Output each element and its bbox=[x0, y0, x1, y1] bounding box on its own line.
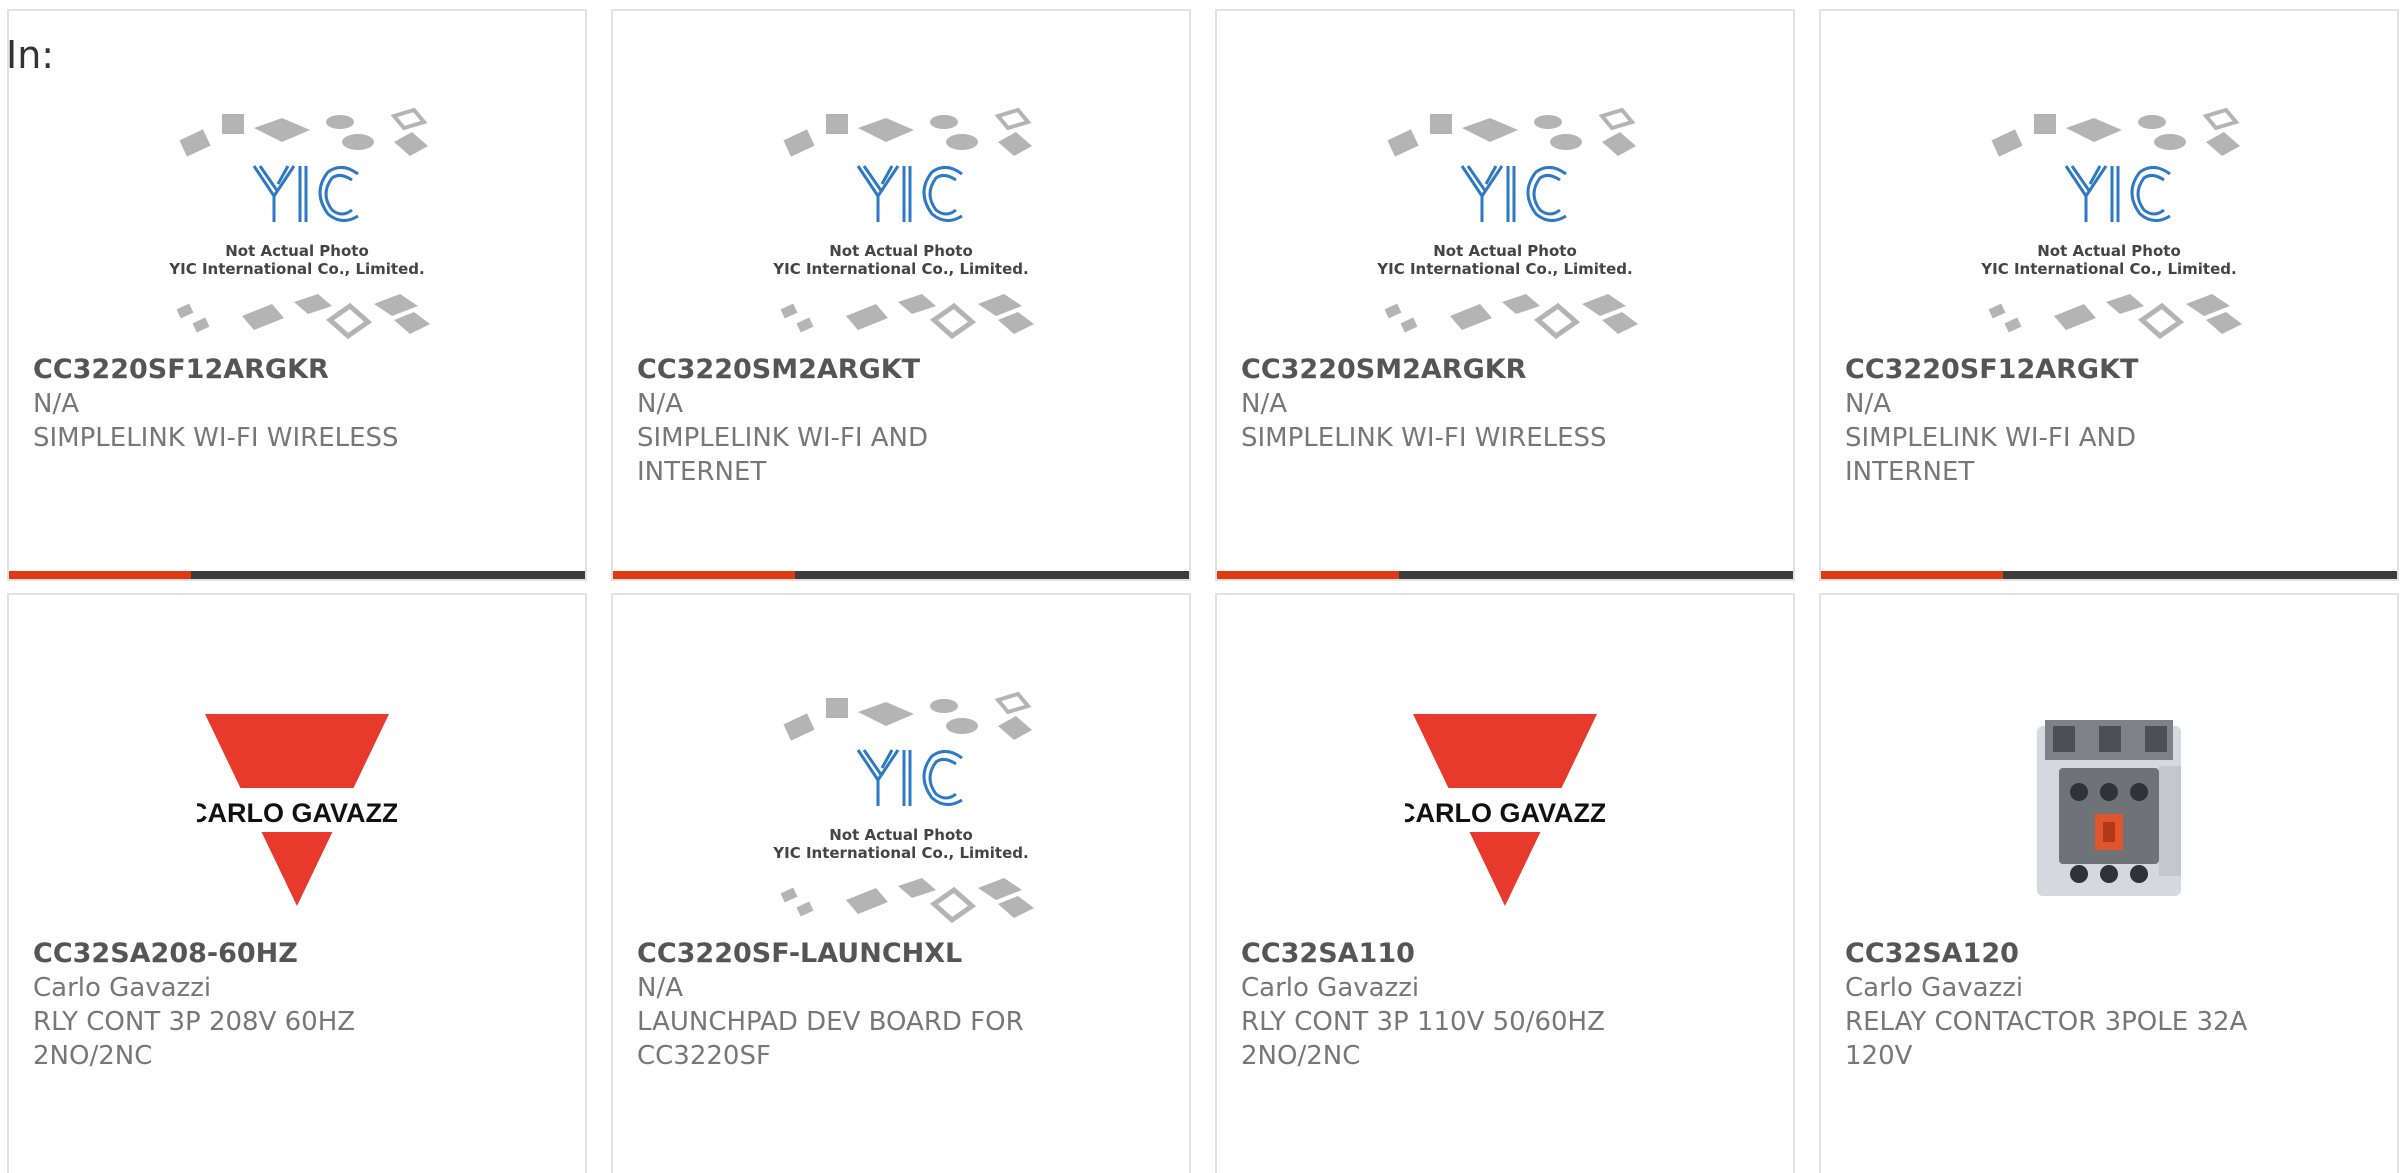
placeholder-photo-icon: Not Actual Photo YIC International Co., … bbox=[772, 107, 1034, 340]
carlo-gavazzi-logo-icon: CARLO GAVAZZI bbox=[197, 714, 397, 906]
svg-text:YIC International Co., Limited: YIC International Co., Limited. bbox=[1980, 260, 2236, 278]
manufacturer: N/A bbox=[637, 973, 683, 1003]
product-image: Not Actual Photo YIC International Co., … bbox=[613, 91, 1189, 361]
product-image bbox=[1821, 675, 2397, 945]
card-accent-bar bbox=[613, 571, 1189, 579]
description: RLY CONT 3P 208V 60HZ 2NO/2NC bbox=[33, 1007, 356, 1071]
part-number[interactable]: CC3220SF-LAUNCHXL bbox=[637, 937, 1169, 971]
part-number[interactable]: CC32SA208-60HZ bbox=[33, 937, 565, 971]
manufacturer: Carlo Gavazzi bbox=[1241, 973, 1420, 1003]
svg-text:YIC International Co., Limited: YIC International Co., Limited. bbox=[772, 260, 1028, 278]
product-card[interactable]: Not Actual Photo YIC International Co., … bbox=[611, 593, 1191, 1173]
filter-label: In: bbox=[6, 33, 55, 77]
svg-text:YIC International Co., Limited: YIC International Co., Limited. bbox=[772, 844, 1028, 862]
svg-text:Not Actual Photo: Not Actual Photo bbox=[829, 826, 973, 844]
manufacturer: N/A bbox=[1845, 389, 1891, 419]
product-grid: Not Actual Photo YIC International Co., … bbox=[7, 9, 2400, 1173]
product-image: Not Actual Photo YIC International Co., … bbox=[613, 675, 1189, 945]
description: LAUNCHPAD DEV BOARD FOR CC3220SF bbox=[637, 1007, 1024, 1071]
svg-text:Not Actual Photo: Not Actual Photo bbox=[1433, 242, 1577, 260]
manufacturer: N/A bbox=[637, 389, 683, 419]
description: RLY CONT 3P 110V 50/60HZ 2NO/2NC bbox=[1241, 1007, 1605, 1071]
svg-text:CARLO GAVAZZI: CARLO GAVAZZI bbox=[197, 798, 397, 828]
contactor-photo-icon bbox=[2037, 720, 2181, 896]
product-card[interactable]: CARLO GAVAZZI CC32SA208-60HZ Carlo Gavaz… bbox=[7, 593, 587, 1173]
product-card[interactable]: CC32SA120 Carlo Gavazzi RELAY CONTACTOR … bbox=[1819, 593, 2399, 1173]
description: RELAY CONTACTOR 3POLE 32A 120V bbox=[1845, 1007, 2248, 1071]
description: SIMPLELINK WI-FI WIRELESS bbox=[33, 423, 399, 453]
svg-text:CARLO GAVAZZI: CARLO GAVAZZI bbox=[1405, 798, 1605, 828]
description: SIMPLELINK WI-FI WIRELESS bbox=[1241, 423, 1607, 453]
product-image: CARLO GAVAZZI bbox=[1217, 675, 1793, 945]
placeholder-photo-icon: Not Actual Photo YIC International Co., … bbox=[1980, 107, 2242, 340]
svg-text:YIC International Co., Limited: YIC International Co., Limited. bbox=[168, 260, 424, 278]
card-accent-bar bbox=[9, 571, 585, 579]
part-number[interactable]: CC3220SF12ARGKR bbox=[33, 353, 565, 387]
part-number[interactable]: CC3220SF12ARGKT bbox=[1845, 353, 2377, 387]
product-card[interactable]: CARLO GAVAZZI CC32SA110 Carlo Gavazzi RL… bbox=[1215, 593, 1795, 1173]
product-card[interactable]: Not Actual Photo YIC International Co., … bbox=[611, 9, 1191, 581]
product-image: Not Actual Photo YIC International Co., … bbox=[1217, 91, 1793, 361]
card-accent-bar bbox=[1217, 571, 1793, 579]
product-image: Not Actual Photo YIC International Co., … bbox=[9, 91, 585, 361]
product-card[interactable]: Not Actual Photo YIC International Co., … bbox=[1819, 9, 2399, 581]
svg-text:Not Actual Photo: Not Actual Photo bbox=[2037, 242, 2181, 260]
part-number[interactable]: CC32SA120 bbox=[1845, 937, 2377, 971]
carlo-gavazzi-logo-icon: CARLO GAVAZZI bbox=[1405, 714, 1605, 906]
description: SIMPLELINK WI-FI AND INTERNET bbox=[1845, 423, 2137, 487]
svg-text:YIC International Co., Limited: YIC International Co., Limited. bbox=[1376, 260, 1632, 278]
product-card[interactable]: Not Actual Photo YIC International Co., … bbox=[1215, 9, 1795, 581]
part-number[interactable]: CC3220SM2ARGKR bbox=[1241, 353, 1773, 387]
product-card[interactable]: Not Actual Photo YIC International Co., … bbox=[7, 9, 587, 581]
product-image: CARLO GAVAZZI bbox=[9, 675, 585, 945]
part-number[interactable]: CC32SA110 bbox=[1241, 937, 1773, 971]
svg-text:Not Actual Photo: Not Actual Photo bbox=[829, 242, 973, 260]
manufacturer: Carlo Gavazzi bbox=[33, 973, 212, 1003]
svg-text:Not Actual Photo: Not Actual Photo bbox=[225, 242, 369, 260]
manufacturer: N/A bbox=[33, 389, 79, 419]
part-number[interactable]: CC3220SM2ARGKT bbox=[637, 353, 1169, 387]
description: SIMPLELINK WI-FI AND INTERNET bbox=[637, 423, 929, 487]
manufacturer: Carlo Gavazzi bbox=[1845, 973, 2024, 1003]
card-accent-bar bbox=[1821, 571, 2397, 579]
placeholder-photo-icon: Not Actual Photo YIC International Co., … bbox=[772, 691, 1034, 924]
product-image: Not Actual Photo YIC International Co., … bbox=[1821, 91, 2397, 361]
placeholder-photo-icon: Not Actual Photo YIC International Co., … bbox=[1376, 107, 1638, 340]
manufacturer: N/A bbox=[1241, 389, 1287, 419]
placeholder-photo-icon: Not Actual Photo YIC International Co., … bbox=[168, 107, 430, 340]
